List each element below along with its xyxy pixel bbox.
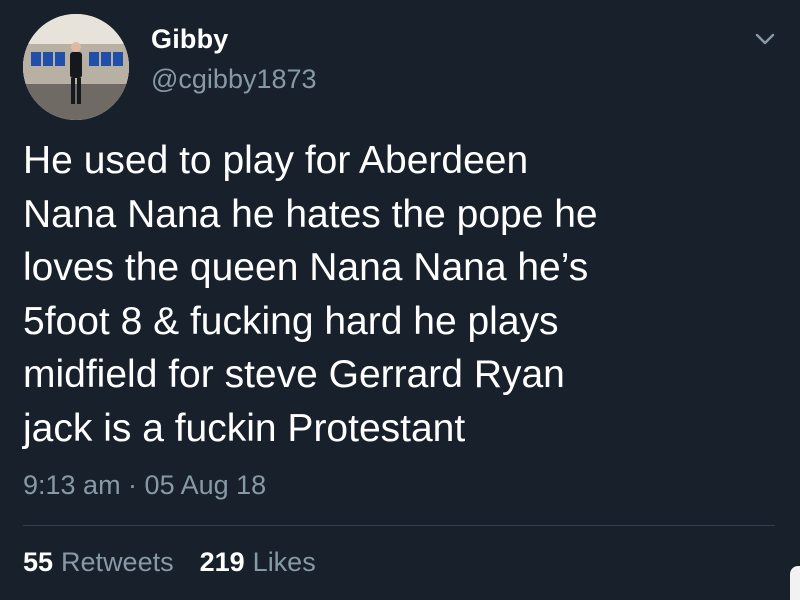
likes-label: Likes xyxy=(252,547,316,577)
likes-count: 219 xyxy=(199,547,245,577)
avatar[interactable] xyxy=(23,14,129,120)
tweet-timestamp[interactable]: 9:13 am · 05 Aug 18 xyxy=(23,470,266,501)
chevron-down-icon[interactable] xyxy=(751,29,779,49)
retweets-count: 55 xyxy=(23,547,54,577)
retweets-label: Retweets xyxy=(61,547,174,577)
avatar-photo xyxy=(23,14,129,120)
corner-overlay xyxy=(790,566,800,600)
tweet-detail: Gibby @cgibby1873 He used to play for Ab… xyxy=(0,0,800,600)
display-name[interactable]: Gibby xyxy=(151,24,229,55)
retweets-stat[interactable]: 55 Retweets xyxy=(23,547,174,578)
divider xyxy=(23,525,775,526)
tweet-stats: 55 Retweets 219 Likes xyxy=(23,547,316,578)
tweet-text: He used to play for Aberdeen Nana Nana h… xyxy=(23,139,598,450)
likes-stat[interactable]: 219 Likes xyxy=(200,547,316,578)
user-handle[interactable]: @cgibby1873 xyxy=(151,64,317,95)
